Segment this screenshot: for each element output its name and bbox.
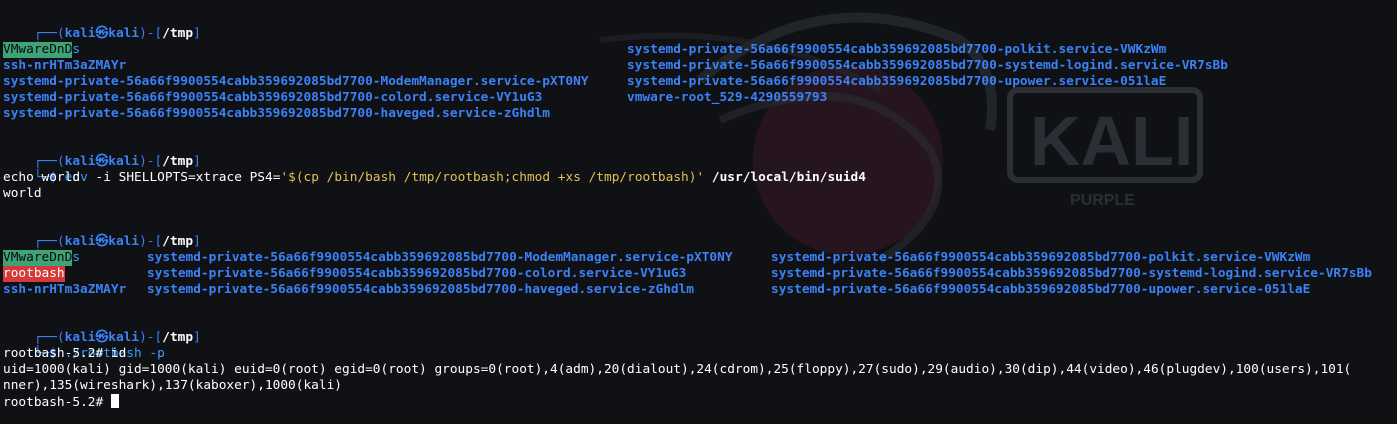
output-line: nner),135(wireshark),137(kaboxer),1000(k… bbox=[3, 378, 342, 393]
command-line-4: └─$ ./rootbash -p bbox=[3, 330, 1351, 361]
prompt-line-1: ┌──(kali㉿kali)-[/tmp] bbox=[3, 10, 1351, 41]
ls1-row: systemd-private-56a66f9900554cabb3596920… bbox=[3, 42, 1351, 58]
ls2-row: VMwareDnD systemd-private-56a66f9900554c… bbox=[3, 250, 1351, 266]
ls2-col3-item: systemd-private-56a66f9900554cabb3596920… bbox=[771, 250, 1311, 265]
ls1-col2-item: vmware-root_529-4290559793 bbox=[627, 90, 828, 105]
command-line-3: └─$ ls bbox=[3, 234, 1351, 265]
command-line-1: └─$ ls bbox=[3, 26, 1351, 57]
ls2-col3-item: systemd-private-56a66f9900554cabb3596920… bbox=[771, 282, 1311, 297]
ls1-col1-item: ssh-nrHTm3aZMAYr bbox=[3, 58, 127, 73]
ls2-col1-item: VMwareDnD bbox=[3, 250, 73, 266]
ls1-col2-item: systemd-private-56a66f9900554cabb3596920… bbox=[627, 58, 1228, 73]
ls1-col1-item: systemd-private-56a66f9900554cabb3596920… bbox=[3, 74, 589, 89]
ls2-row: rootbash systemd-private-56a66f9900554ca… bbox=[3, 266, 1372, 282]
ls2-col2-item: systemd-private-56a66f9900554cabb3596920… bbox=[147, 266, 687, 281]
command-line-2: └─$ env -i SHELLOPTS=xtrace PS4='$(cp /b… bbox=[3, 154, 1351, 185]
root-prompt: rootbash-5.2# bbox=[3, 395, 111, 410]
ls2-row: ssh-nrHTm3aZMAYr systemd-private-56a66f9… bbox=[3, 282, 1351, 298]
ls1-col2-item: systemd-private-56a66f9900554cabb3596920… bbox=[627, 42, 1167, 57]
prompt-line-3: ┌──(kali㉿kali)-[/tmp] bbox=[3, 218, 1351, 249]
terminal-output: ┌──(kali㉿kali)-[/tmp] └─$ ls VMwareDnD s… bbox=[3, 10, 1372, 410]
ls2-col1-item: rootbash bbox=[3, 266, 65, 282]
ls2-col2-item: systemd-private-56a66f9900554cabb3596920… bbox=[147, 282, 695, 297]
ls2-col1-item: ssh-nrHTm3aZMAYr bbox=[3, 282, 127, 297]
ls1-col2-item: systemd-private-56a66f9900554cabb3596920… bbox=[627, 74, 1167, 89]
prompt-line-4: ┌──(kali㉿kali)-[/tmp] bbox=[3, 314, 1351, 345]
prompt-line-2: ┌──(kali㉿kali)-[/tmp] bbox=[3, 138, 1351, 169]
text-cursor[interactable] bbox=[110, 394, 119, 408]
ls1-col1-item: systemd-private-56a66f9900554cabb3596920… bbox=[3, 106, 551, 121]
ls2-col2-item: systemd-private-56a66f9900554cabb3596920… bbox=[147, 250, 733, 265]
output-line: world bbox=[3, 186, 42, 201]
ls1-col1-item: systemd-private-56a66f9900554cabb3596920… bbox=[3, 90, 543, 105]
ls2-col3-item: systemd-private-56a66f9900554cabb3596920… bbox=[771, 266, 1372, 281]
ls1-row: systemd-private-56a66f9900554cabb3596920… bbox=[3, 106, 1351, 122]
output-line: rootbash-5.2# id bbox=[3, 346, 127, 361]
ls1-row: systemd-private-56a66f9900554cabb3596920… bbox=[3, 74, 1351, 90]
output-line: echo world bbox=[3, 170, 81, 185]
active-input-line[interactable]: rootbash-5.2# bbox=[3, 394, 1351, 410]
ls1-row: systemd-private-56a66f9900554cabb3596920… bbox=[3, 90, 1351, 106]
ls1-row: ssh-nrHTm3aZMAYr systemd-private-56a66f9… bbox=[3, 58, 1351, 74]
output-line: uid=1000(kali) gid=1000(kali) euid=0(roo… bbox=[3, 362, 1352, 377]
